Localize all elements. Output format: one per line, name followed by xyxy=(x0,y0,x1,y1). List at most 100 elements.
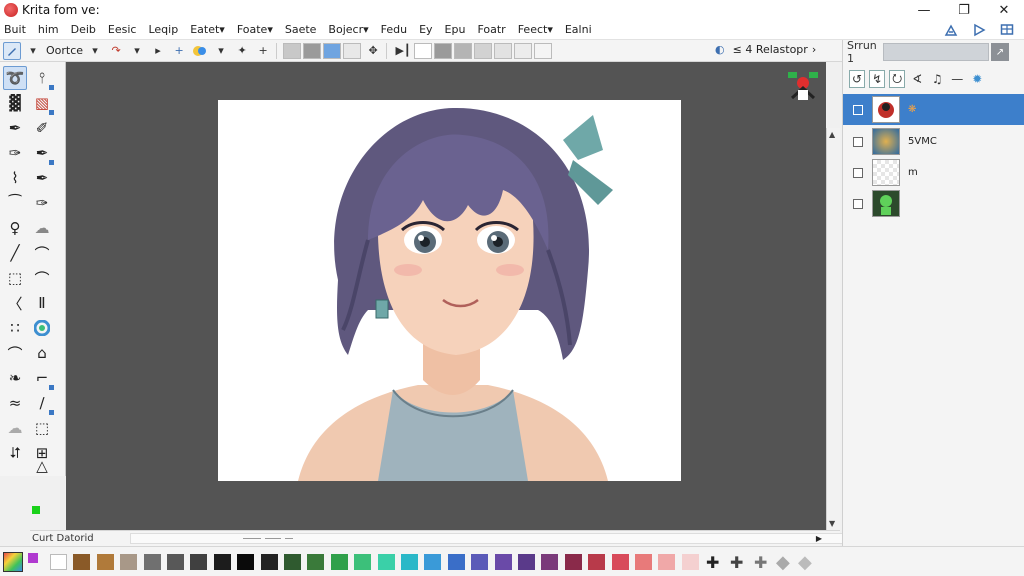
scroll-up-icon[interactable]: ▲ xyxy=(829,130,835,139)
add-swatch-icon[interactable]: ✚ xyxy=(730,553,743,572)
palette-swatch[interactable] xyxy=(96,554,114,570)
scroll-right-icon[interactable]: ▶ xyxy=(816,534,822,543)
transform-icon[interactable]: ✥ xyxy=(364,42,382,60)
palette-swatch[interactable] xyxy=(494,554,512,570)
menu-item-9[interactable]: Bojecr▾ xyxy=(324,23,376,36)
crop-tool-icon[interactable]: ⬚ xyxy=(3,266,27,290)
palette-swatch[interactable] xyxy=(284,554,301,570)
layer-name[interactable]: ❋ xyxy=(908,104,916,115)
layer-row-1[interactable]: ❋ xyxy=(843,94,1024,125)
layer-row-3[interactable]: m xyxy=(843,157,1024,188)
play-icon[interactable] xyxy=(970,21,988,39)
pencil-tool-icon[interactable]: ✑ xyxy=(30,191,54,215)
dynamic-brush-tool-icon[interactable]: ⁀ xyxy=(3,191,27,215)
add-swatch-icon[interactable]: ✚ xyxy=(706,553,719,572)
menu-item-2[interactable]: him xyxy=(34,23,67,36)
brush-preset-label[interactable]: Oortce xyxy=(46,44,83,57)
layer-tab-5[interactable]: ♫ xyxy=(929,70,945,88)
option-swatch-9[interactable] xyxy=(494,42,513,59)
option-swatch-3[interactable] xyxy=(323,42,342,59)
option-swatch-6[interactable] xyxy=(434,42,453,59)
layer-tab-4[interactable]: ∢ xyxy=(909,70,925,88)
palette-swatch[interactable] xyxy=(330,554,348,570)
option-swatch-7[interactable] xyxy=(454,42,473,59)
scroll-down-icon[interactable]: ▼ xyxy=(829,519,835,528)
palette-swatch[interactable] xyxy=(377,554,395,570)
path-tool-icon[interactable]: ⌐ xyxy=(30,366,54,390)
menu-item-11[interactable]: Ey xyxy=(415,23,440,36)
minimize-button[interactable]: — xyxy=(904,0,944,20)
docker-options-button[interactable]: ↗ xyxy=(991,43,1009,61)
option-swatch-8[interactable] xyxy=(474,42,493,59)
palette-swatch[interactable] xyxy=(213,554,231,570)
polygon-tool-icon[interactable]: ⌂ xyxy=(30,341,54,365)
palette-swatch[interactable] xyxy=(447,554,465,570)
liquify-tool-icon[interactable]: ⌒ xyxy=(30,266,54,290)
palette-swatch[interactable] xyxy=(635,554,652,570)
rectangle-select-tool-icon[interactable]: ⬚ xyxy=(30,416,54,440)
layer-visibility-checkbox[interactable] xyxy=(853,167,863,178)
record-icon[interactable]: ▶┃ xyxy=(394,42,412,60)
palette-swatch[interactable] xyxy=(658,554,676,570)
menu-item-7[interactable]: Foate▾ xyxy=(233,23,281,36)
menu-item-15[interactable]: Ealni xyxy=(561,23,600,36)
texture-tool-icon[interactable]: ∷ xyxy=(3,316,27,340)
layer-tab-6[interactable]: — xyxy=(949,70,965,88)
arc-tool-icon[interactable]: ⌒ xyxy=(3,341,27,365)
color-wheel-tool-icon[interactable] xyxy=(30,316,54,340)
horizontal-scrollbar[interactable] xyxy=(130,533,850,544)
add-swatch-icon[interactable]: ✚ xyxy=(754,553,767,572)
calligraphy-tool-icon[interactable]: ✒ xyxy=(30,141,54,165)
diamond-icon[interactable]: ◆ xyxy=(776,552,790,573)
layer-tab-1[interactable]: ↺ xyxy=(849,70,866,88)
add-icon[interactable]: + xyxy=(254,42,272,60)
chevron-down-icon[interactable]: ▾ xyxy=(212,42,230,60)
option-swatch-10[interactable] xyxy=(514,42,533,59)
option-swatch-5[interactable] xyxy=(414,42,433,59)
layer-tab-3[interactable]: ⭮ xyxy=(889,70,906,88)
knife-tool-icon[interactable]: ╱ xyxy=(3,241,27,265)
palette-swatch[interactable] xyxy=(190,554,208,570)
smudge-tool-icon[interactable]: ⌇ xyxy=(3,166,27,190)
palette-swatch[interactable] xyxy=(611,554,629,570)
menu-item-6[interactable]: Eatet▾ xyxy=(186,23,233,36)
chevron-right-icon[interactable]: › xyxy=(812,43,816,56)
menu-item-14[interactable]: Feect▾ xyxy=(514,23,561,36)
palette-swatch[interactable] xyxy=(260,554,278,570)
fill-tool-icon[interactable]: ▓ xyxy=(3,91,27,115)
palette-swatch[interactable] xyxy=(541,554,559,570)
foreground-background-color-icon[interactable] xyxy=(3,552,23,572)
brush-stamp-tool-icon[interactable]: ⫯ xyxy=(30,66,54,90)
freehand-brush-tool-icon[interactable]: ✒ xyxy=(3,116,27,140)
scroll-thumb[interactable] xyxy=(243,535,293,542)
layer-tab-2[interactable]: ↯ xyxy=(869,70,886,88)
bucket-tool-icon[interactable]: 〈 xyxy=(3,291,27,315)
color-picker-tool-icon[interactable]: ♀ xyxy=(3,216,27,240)
menu-item-12[interactable]: Epu xyxy=(441,23,474,36)
palette-swatch[interactable] xyxy=(143,554,161,570)
palette-swatch[interactable] xyxy=(167,554,184,570)
palette-swatch[interactable] xyxy=(237,554,255,570)
layer-row-2[interactable]: 5VMC xyxy=(843,126,1024,157)
brush-preset-icon[interactable] xyxy=(942,21,960,39)
palette-swatch[interactable] xyxy=(588,554,606,570)
swap-colors-icon[interactable] xyxy=(28,553,38,563)
layer-visibility-checkbox[interactable] xyxy=(853,136,863,147)
palette-swatch[interactable] xyxy=(307,554,325,570)
option-swatch-4[interactable] xyxy=(343,42,362,59)
layer-row-4[interactable] xyxy=(843,188,1024,219)
mirror-tool-icon[interactable]: ⮃ xyxy=(3,441,27,465)
docker-search-field[interactable] xyxy=(883,43,989,61)
eraser-tool-icon[interactable]: ▧ xyxy=(30,91,54,115)
palette-swatch[interactable] xyxy=(50,554,67,570)
artwork-canvas[interactable] xyxy=(218,100,681,481)
palette-swatch[interactable] xyxy=(120,554,138,570)
move-icon[interactable]: ✦ xyxy=(233,42,251,60)
workspace-icon[interactable] xyxy=(998,21,1016,39)
arrow-right-icon[interactable]: ▸ xyxy=(149,42,167,60)
gradient-tool-icon[interactable]: Ⅱ xyxy=(30,291,54,315)
marker-tool-icon[interactable]: ✐ xyxy=(30,116,54,140)
layer-tab-7[interactable]: ✹ xyxy=(969,70,985,88)
palette-swatch[interactable] xyxy=(471,554,489,570)
ink-pen-tool-icon[interactable]: ✑ xyxy=(3,141,27,165)
